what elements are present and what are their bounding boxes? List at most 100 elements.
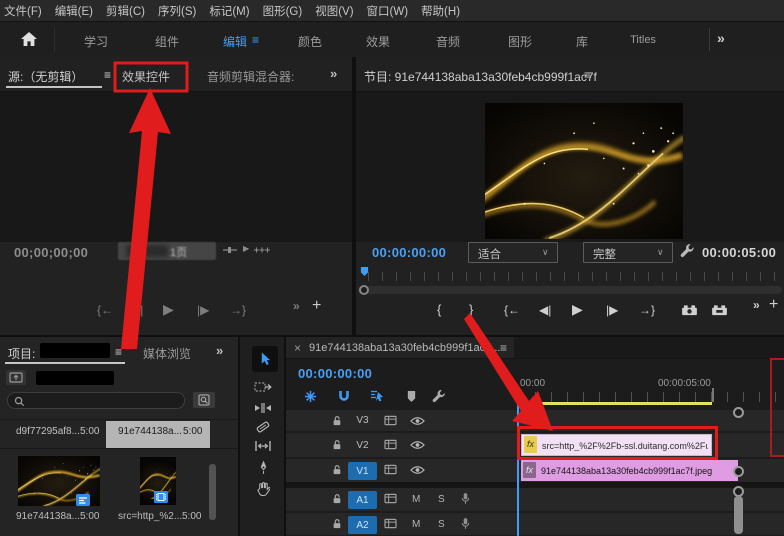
ripple-edit-tool-icon[interactable]	[254, 402, 272, 414]
timeline-settings-wrench-icon[interactable]	[432, 389, 446, 403]
program-ruler[interactable]	[368, 272, 780, 281]
menu-file[interactable]: 文件(F)	[4, 3, 42, 19]
clip-v1[interactable]: fx 91e744138aba13a30feb4cb999f1ac7f.jpeg	[521, 460, 738, 481]
program-settings-wrench-icon[interactable]	[680, 243, 695, 258]
timeline-current-timecode[interactable]: 00:00:00:00	[298, 366, 372, 381]
tab-audio[interactable]: 音频	[436, 33, 460, 50]
menu-graphics[interactable]: 图形(G)	[263, 3, 303, 19]
a1-lock-icon[interactable]	[332, 493, 342, 505]
razor-tool-icon[interactable]	[256, 420, 270, 434]
v2-sync-lock-icon[interactable]	[384, 439, 397, 450]
v2-lock-icon[interactable]	[332, 439, 342, 451]
program-scrollbar-handle[interactable]	[359, 285, 369, 295]
home-icon[interactable]	[20, 31, 38, 47]
program-step-back-button[interactable]: ◀|	[539, 304, 551, 316]
a1-mic-icon[interactable]	[461, 492, 470, 505]
source-timecode[interactable]: 00;00;00;00	[14, 245, 88, 260]
timeline-hscroll-handle[interactable]	[733, 407, 744, 418]
menu-view[interactable]: 视图(V)	[315, 3, 353, 19]
clip-v1-fx-badge[interactable]: fx	[523, 462, 536, 478]
timeline-tab-title[interactable]: 91e744138aba13a30feb4cb999f1ac7...	[309, 342, 500, 354]
source-transport-overflow-icon[interactable]: »	[293, 300, 300, 312]
source-settings-strip-icon[interactable]	[254, 246, 270, 254]
clip-v2-fx-badge[interactable]: fx	[524, 436, 537, 453]
program-add-button[interactable]: +	[769, 297, 778, 313]
program-scrollbar[interactable]	[358, 286, 782, 294]
tab-color[interactable]: 颜色	[298, 33, 322, 50]
tab-learn[interactable]: 学习	[84, 33, 108, 50]
tab-project[interactable]: 项目:	[8, 345, 35, 362]
a1-sync-lock-icon[interactable]	[384, 493, 397, 504]
source-zoom-slider-icon[interactable]	[222, 246, 238, 254]
menu-window[interactable]: 窗口(W)	[367, 3, 409, 19]
timeline-panel-menu-icon[interactable]: ≡	[500, 341, 507, 355]
program-step-forward-button[interactable]: |▶	[606, 304, 618, 316]
source-go-to-in-button[interactable]: {←	[97, 304, 113, 316]
timeline-vscrollbar[interactable]	[734, 496, 743, 534]
source-step-forward-button[interactable]: |▶	[197, 304, 209, 316]
program-current-timecode[interactable]: 00:00:00:00	[372, 245, 446, 260]
v1-lock-icon[interactable]	[332, 464, 342, 476]
program-compare-frame-icon[interactable]	[711, 304, 728, 316]
clip-v2[interactable]: fx src=http_%2F%2Fb-ssl.duitang.com%2Fu	[521, 434, 712, 456]
a1-mute-button[interactable]: M	[412, 494, 420, 505]
a1-track-label[interactable]: A1	[348, 491, 377, 509]
tab-editing[interactable]: 编辑	[223, 33, 247, 50]
project-panel-menu-icon[interactable]: ≡	[115, 345, 122, 359]
program-quality-select[interactable]: 完整 ∨	[583, 242, 673, 263]
work-area-bar[interactable]	[521, 402, 712, 405]
tab-media-browser[interactable]: 媒体浏览	[143, 345, 191, 362]
tab-graphics[interactable]: 图形	[508, 33, 532, 50]
program-transport-overflow-icon[interactable]: »	[753, 299, 760, 311]
v3-lock-icon[interactable]	[332, 415, 342, 427]
program-play-button[interactable]: ▶	[572, 302, 583, 316]
a2-solo-button[interactable]: S	[438, 519, 445, 530]
track-select-tool-icon[interactable]	[254, 381, 272, 393]
source-play-small-icon[interactable]: ▶	[243, 244, 249, 253]
program-panel-title[interactable]: 节目: 91e744138aba13a30feb4cb999f1ac7f	[364, 68, 597, 85]
v2-eye-icon[interactable]	[410, 440, 425, 450]
source-play-button[interactable]: ▶	[163, 302, 174, 316]
tab-audio-clip-mixer[interactable]: 音频剪辑混合器:	[207, 68, 294, 85]
a2-sync-lock-icon[interactable]	[384, 518, 397, 529]
program-panel-menu-icon[interactable]: ≡	[584, 68, 591, 82]
timeline-tab-close-icon[interactable]: ×	[294, 341, 301, 355]
menu-sequence[interactable]: 序列(S)	[158, 3, 196, 19]
v1-track-label[interactable]: V1	[348, 462, 377, 480]
timeline-vscroll-handle-top[interactable]	[733, 466, 744, 477]
a2-lock-icon[interactable]	[332, 518, 342, 530]
add-marker-icon[interactable]	[406, 390, 417, 403]
source-tabs-overflow-icon[interactable]: »	[330, 66, 337, 81]
program-go-to-in-button[interactable]: {←	[504, 304, 520, 316]
a2-mic-icon[interactable]	[461, 517, 470, 530]
source-panel-menu-icon[interactable]: ≡	[104, 68, 111, 82]
tab-editing-menu-icon[interactable]: ≡	[252, 33, 259, 47]
program-export-frame-icon[interactable]	[681, 304, 698, 316]
v1-eye-icon[interactable]	[410, 465, 425, 475]
menu-edit[interactable]: 编辑(E)	[55, 3, 93, 19]
pen-tool-icon[interactable]	[258, 459, 269, 475]
a2-track-label[interactable]: A2	[348, 516, 377, 534]
workspace-overflow-icon[interactable]: »	[717, 30, 725, 46]
project-tabs-overflow-icon[interactable]: »	[216, 343, 223, 358]
tab-titles[interactable]: Titles	[630, 34, 656, 46]
v3-track-label[interactable]: V3	[348, 412, 377, 429]
source-go-to-out-button[interactable]: →}	[230, 304, 246, 316]
a1-solo-button[interactable]: S	[438, 494, 445, 505]
project-item-3-name[interactable]: 91e744138a...	[16, 511, 80, 522]
v3-sync-lock-icon[interactable]	[384, 415, 397, 426]
project-search-input[interactable]	[7, 392, 185, 409]
a2-mute-button[interactable]: M	[412, 519, 420, 530]
v3-eye-icon[interactable]	[410, 416, 425, 426]
menu-help[interactable]: 帮助(H)	[421, 3, 460, 19]
tab-effects[interactable]: 效果	[366, 33, 390, 50]
timeline-playhead[interactable]	[517, 392, 519, 536]
menu-clip[interactable]: 剪辑(C)	[106, 3, 145, 19]
project-item-1-name[interactable]: d9f77295af8...	[16, 426, 80, 437]
tab-assembly[interactable]: 组件	[155, 33, 179, 50]
program-mark-out-button[interactable]: }	[469, 303, 473, 316]
timeline-ruler[interactable]	[519, 392, 784, 402]
selection-tool-button[interactable]	[252, 346, 278, 372]
nest-toggle-icon[interactable]	[304, 390, 317, 403]
program-mark-in-button[interactable]: {	[437, 303, 441, 316]
